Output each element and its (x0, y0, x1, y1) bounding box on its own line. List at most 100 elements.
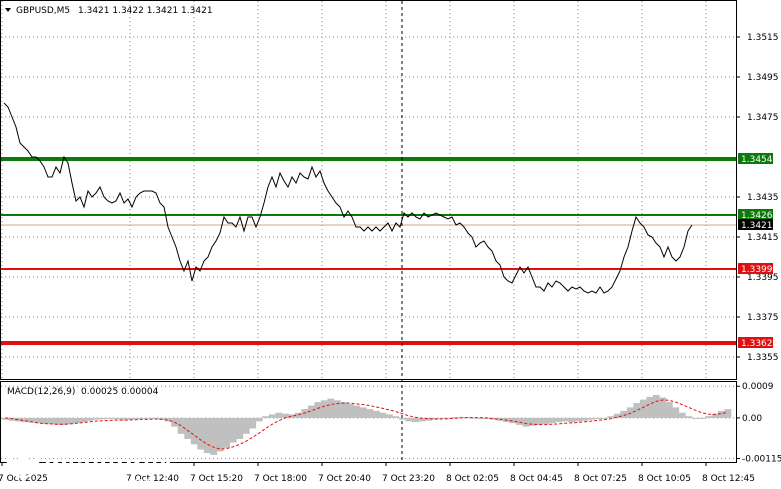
time-tick-label: 7 Oct 23:20 (382, 474, 435, 484)
macd-histogram-bar (685, 416, 693, 418)
macd-histogram-bar (203, 417, 211, 454)
macd-histogram-bar (249, 417, 257, 429)
chart-canvas: 1.35151.34951.34751.34351.34151.33951.33… (0, 0, 781, 488)
macd-histogram-bar (112, 417, 120, 420)
macd-histogram-bar (360, 407, 367, 418)
macd-histogram-bar (132, 417, 140, 420)
time-tick-label: 8 Oct 07:25 (574, 474, 627, 484)
instaforex-logo-icon (6, 445, 40, 479)
macd-label: MACD(12,26,9) (7, 387, 75, 397)
macd-histogram-bar (242, 417, 250, 434)
macd-histogram-bar (86, 417, 94, 421)
macd-histogram-bar (568, 417, 576, 423)
macd-histogram-bar (399, 417, 406, 420)
macd-axis: 0.0009 0.00 -0.00115 (736, 382, 781, 464)
price-axis: 1.35151.34951.34751.34351.34151.33951.33… (736, 33, 779, 363)
macd-histogram-bar (405, 417, 413, 422)
macd-histogram-bar (659, 397, 667, 418)
macd-histogram-bar (698, 417, 706, 419)
macd-histogram-bar (268, 414, 276, 418)
macd-tick-label: 0.0009 (742, 382, 774, 392)
macd-histogram-bar (548, 417, 556, 424)
time-tick-label: 7 Oct 15:20 (190, 474, 243, 484)
macd-histogram-bar (314, 402, 322, 418)
macd-histogram-bar (366, 409, 374, 418)
price-tick-label: 1.3355 (747, 353, 779, 363)
price-tick-label: 1.3495 (747, 73, 779, 83)
macd-histogram-bar (73, 417, 81, 424)
macd-histogram-bar (639, 399, 647, 418)
macd-histogram-bar (93, 417, 100, 420)
macd-histogram-bar (99, 417, 107, 420)
symbol-label: GBPUSD,M5 (16, 6, 70, 16)
macd-histogram-bar (626, 407, 634, 418)
macd-tick-label: -0.00115 (742, 454, 781, 464)
macd-histogram-bar (412, 417, 419, 423)
macd-histogram-bar (555, 417, 563, 423)
price-tick-label: 1.3475 (747, 113, 779, 123)
macd-histogram-bar (223, 417, 231, 448)
macd-histogram-bar (574, 417, 582, 422)
macd-values: 0.00025 0.00004 (81, 387, 159, 397)
time-tick-label: 8 Oct 02:05 (446, 474, 499, 484)
time-tick-label: 8 Oct 10:05 (638, 474, 691, 484)
price-tick-label: 1.3435 (747, 193, 779, 203)
macd-histogram-bar (301, 409, 309, 418)
macd-histogram-bar (281, 413, 289, 418)
macd-grid (1, 385, 736, 459)
macd-histogram-bar (67, 417, 74, 425)
macd-histogram-bar (581, 417, 589, 421)
price-grid (1, 1, 736, 379)
macd-histogram-bar (47, 417, 55, 425)
watermark-brand: instaforex (44, 449, 173, 479)
price-tick-label: 1.3415 (747, 233, 779, 243)
macd-histogram-bar (138, 417, 146, 419)
macd-histogram-bar (320, 400, 328, 418)
ohlc-quote: 1.3421 1.3422 1.3421 1.3421 (78, 6, 213, 16)
macd-histogram-bar (353, 405, 361, 418)
macd-histogram-bar (535, 417, 543, 425)
time-tick-label: 7 Oct 18:00 (254, 474, 307, 484)
macd-histogram-bar (236, 417, 244, 439)
macd-histogram-bar (229, 417, 237, 443)
macd-histogram-bar (652, 395, 660, 418)
time-tick-label: 8 Oct 04:45 (510, 474, 563, 484)
macd-histogram-bar (594, 417, 602, 419)
macd-histogram-bar (327, 398, 335, 418)
macd-histogram-bar (665, 402, 673, 418)
current-price-tag-label: 1.3421 (741, 221, 773, 231)
level-tag-label: 1.3454 (741, 155, 773, 165)
macd-histogram-bar (392, 416, 400, 418)
price-panel-frame (0, 0, 737, 380)
macd-histogram-bar (678, 412, 686, 418)
macd-histogram-bar (691, 417, 699, 419)
macd-histogram-bar (672, 407, 680, 418)
dropdown-arrow-icon[interactable] (5, 8, 11, 12)
price-levels (1, 157, 736, 345)
macd-histogram-bar (542, 417, 550, 425)
macd-histogram (2, 395, 732, 455)
price-tick-label: 1.3375 (747, 313, 779, 323)
macd-histogram-bar (255, 417, 263, 422)
level-tag-label: 1.3399 (741, 265, 773, 275)
macd-histogram-bar (600, 417, 608, 419)
price-tick-label: 1.3515 (747, 33, 779, 43)
macd-histogram-bar (705, 416, 712, 418)
watermark-tagline: Instant Forex Trading (46, 476, 150, 488)
macd-histogram-bar (262, 416, 270, 418)
macd-histogram-bar (275, 412, 283, 418)
macd-histogram-bar (646, 396, 654, 418)
macd-histogram-bar (386, 414, 393, 418)
macd-histogram-bar (724, 409, 732, 418)
time-tick-label: 8 Oct 12:45 (702, 474, 755, 484)
price-series-line (3, 102, 693, 294)
macd-histogram-bar (210, 417, 218, 455)
macd-histogram-bar (587, 417, 595, 420)
macd-tick-label: 0.00 (742, 414, 762, 424)
macd-histogram-bar (80, 417, 87, 423)
macd-histogram-bar (347, 403, 354, 418)
macd-histogram-bar (190, 417, 198, 445)
macd-histogram-bar (379, 412, 387, 418)
macd-histogram-bar (607, 416, 615, 418)
macd-histogram-bar (197, 417, 205, 450)
